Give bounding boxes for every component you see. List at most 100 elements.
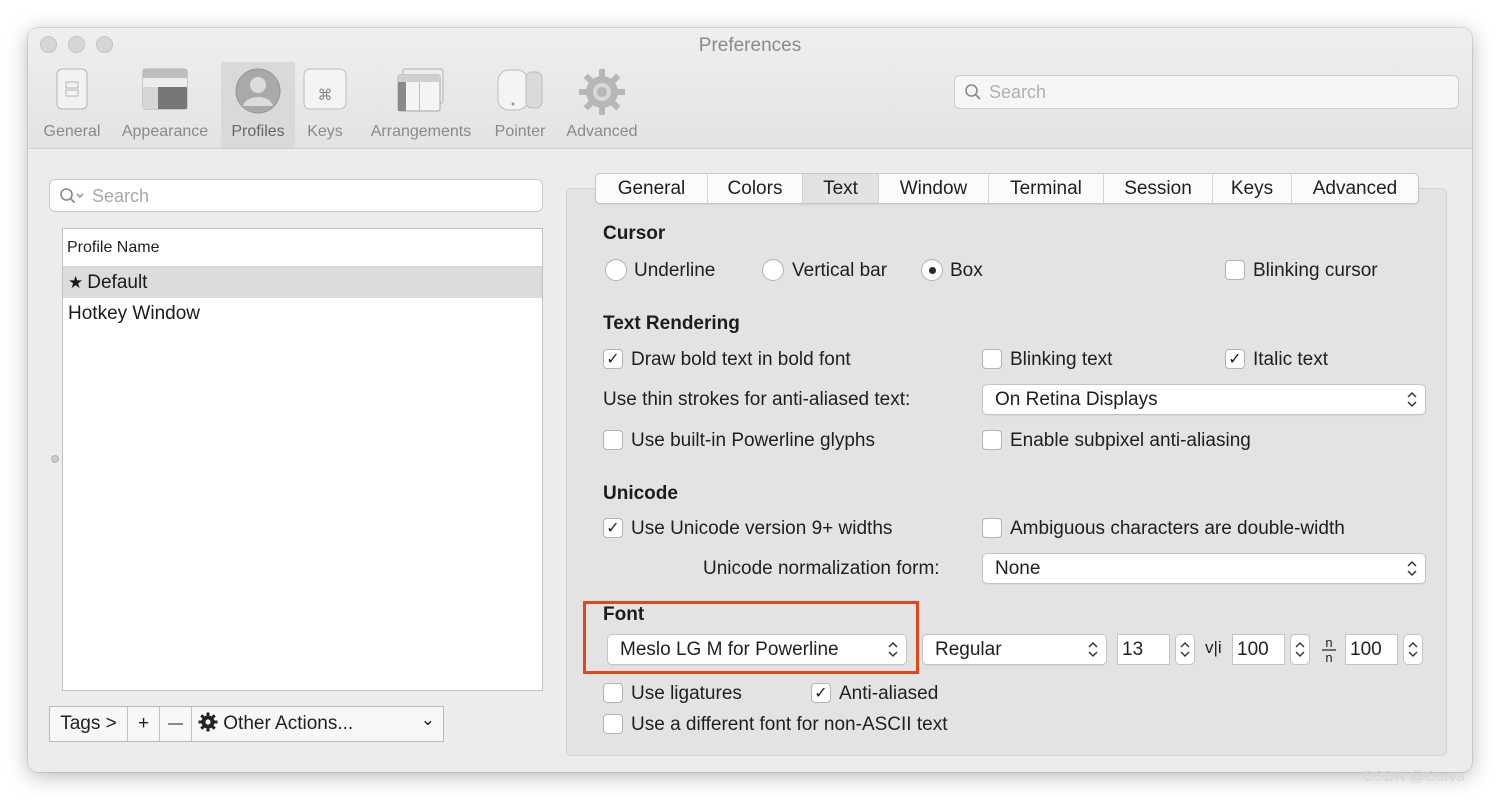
horizontal-spacing-stepper[interactable] [1290, 634, 1310, 665]
toolbar-profiles[interactable]: Profiles [221, 62, 295, 148]
toolbar-label: Pointer [494, 123, 546, 140]
blinking-cursor-label: Blinking cursor [1253, 260, 1378, 281]
tab-text[interactable]: Text [803, 174, 879, 203]
window-arrangement-icon [397, 68, 445, 117]
subpixel-aa-checkbox[interactable] [982, 430, 1002, 450]
updown-chevron-icon [1405, 385, 1419, 424]
ambiguous-width-label: Ambiguous characters are double-width [1010, 518, 1345, 539]
add-profile-button[interactable]: + [128, 707, 160, 741]
svg-text:n: n [1325, 650, 1332, 664]
toolbar-label: General [43, 123, 101, 140]
non-ascii-font-label: Use a different font for non-ASCII text [631, 714, 948, 735]
splitter-handle[interactable] [51, 455, 59, 463]
toolbar-pointer[interactable]: Pointer [488, 62, 552, 148]
tags-button[interactable]: Tags > [50, 707, 128, 741]
non-ascii-font-checkbox[interactable] [603, 714, 623, 734]
thin-strokes-label: Use thin strokes for anti-aliased text: [603, 389, 911, 410]
profile-actions-bar: Tags > + — Other Actions... ⌄ [49, 706, 444, 742]
ligatures-label: Use ligatures [631, 683, 742, 704]
remove-profile-button[interactable]: — [160, 707, 192, 741]
command-key-icon: ⌘ [303, 68, 347, 115]
normalization-select[interactable]: None [982, 553, 1426, 584]
profile-tabs: General Colors Text Window Terminal Sess… [595, 173, 1419, 204]
cursor-underline-radio[interactable] [605, 259, 627, 281]
mouse-icon [497, 68, 543, 117]
other-actions-label: Other Actions... [223, 713, 354, 734]
blinking-cursor-checkbox[interactable] [1225, 260, 1245, 280]
tab-keys[interactable]: Keys [1213, 174, 1292, 203]
font-size-stepper[interactable] [1175, 634, 1195, 665]
preferences-search-field[interactable] [954, 75, 1459, 109]
font-size-input[interactable]: 13 [1117, 634, 1170, 665]
svg-text:n: n [1325, 635, 1332, 650]
anti-aliased-label: Anti-aliased [839, 683, 939, 704]
cursor-heading: Cursor [603, 223, 666, 244]
horizontal-spacing-input[interactable]: 100 [1232, 634, 1285, 665]
vertical-spacing-input[interactable]: 100 [1345, 634, 1398, 665]
blinking-text-label: Blinking text [1010, 349, 1113, 370]
italic-text-checkbox[interactable]: ✓ [1225, 349, 1245, 369]
profile-name-column-header[interactable]: Profile Name [63, 229, 542, 267]
toolbar-arrangements[interactable]: Arrangements [359, 62, 483, 148]
draw-bold-checkbox[interactable]: ✓ [603, 349, 623, 369]
powerline-glyphs-label: Use built-in Powerline glyphs [631, 430, 875, 451]
updown-chevron-icon [1405, 554, 1419, 593]
blinking-text-checkbox[interactable] [982, 349, 1002, 369]
toolbar-keys[interactable]: ⌘ Keys [300, 62, 350, 148]
chevron-down-icon: ⌄ [420, 710, 435, 730]
cursor-vertical-bar-radio[interactable] [762, 259, 784, 281]
profile-name: Hotkey Window [68, 303, 200, 324]
anti-aliased-checkbox[interactable]: ✓ [811, 683, 831, 703]
unicode-v9-label: Use Unicode version 9+ widths [631, 518, 893, 539]
toolbar-label: Advanced [566, 123, 638, 140]
toolbar-label: Profiles [231, 123, 285, 140]
gear-icon [578, 68, 626, 121]
text-rendering-heading: Text Rendering [603, 313, 740, 334]
tab-session[interactable]: Session [1104, 174, 1213, 203]
search-icon [964, 83, 982, 106]
profile-row-default[interactable]: ★ Default [63, 267, 542, 298]
titlebar-toolbar: Preferences General Appearance Profiles … [28, 28, 1472, 149]
preferences-search-input[interactable] [989, 80, 1449, 104]
thin-strokes-select[interactable]: On Retina Displays [982, 384, 1426, 415]
tab-advanced[interactable]: Advanced [1292, 174, 1418, 203]
toolbar-label: Appearance [121, 123, 209, 140]
tab-terminal[interactable]: Terminal [989, 174, 1104, 203]
person-silhouette-icon [235, 68, 281, 119]
draw-bold-label: Draw bold text in bold font [631, 349, 851, 370]
toolbar-label: Keys [307, 123, 343, 140]
powerline-glyphs-checkbox[interactable] [603, 430, 623, 450]
toolbar-advanced[interactable]: Advanced [558, 62, 646, 148]
profile-list: Profile Name ★ Default Hotkey Window [62, 228, 543, 691]
unicode-v9-checkbox[interactable]: ✓ [603, 518, 623, 538]
tab-general[interactable]: General [596, 174, 708, 203]
svg-text:⌘: ⌘ [318, 86, 333, 104]
unicode-heading: Unicode [603, 483, 678, 504]
window-title: Preferences [698, 35, 802, 56]
normalization-label: Unicode normalization form: [703, 558, 940, 579]
cursor-box-radio[interactable] [921, 259, 943, 281]
profile-name: Default [87, 272, 148, 293]
watermark: CSDN @Curva [1363, 768, 1465, 785]
updown-chevron-icon [1086, 635, 1100, 674]
profile-row-hotkey-window[interactable]: Hotkey Window [63, 298, 542, 329]
vertical-spacing-stepper[interactable] [1403, 634, 1423, 665]
toolbar-label: Arrangements [370, 123, 472, 140]
font-weight-select[interactable]: Regular [922, 634, 1107, 665]
toolbar-general[interactable]: General [36, 62, 108, 148]
other-actions-menu[interactable]: Other Actions... ⌄ [192, 707, 443, 741]
profile-search-field[interactable] [49, 179, 543, 212]
tab-window[interactable]: Window [879, 174, 989, 203]
profile-search-input[interactable] [92, 184, 532, 208]
ligatures-checkbox[interactable] [603, 683, 623, 703]
star-icon: ★ [68, 273, 84, 292]
search-icon [59, 187, 85, 210]
cursor-underline-label: Underline [634, 260, 716, 281]
toolbar-appearance[interactable]: Appearance [113, 62, 217, 148]
tab-colors[interactable]: Colors [708, 174, 803, 203]
horizontal-spacing-icon: v|i [1205, 638, 1222, 657]
subpixel-aa-label: Enable subpixel anti-aliasing [1010, 430, 1251, 451]
window-appearance-icon [142, 68, 188, 115]
ambiguous-width-checkbox[interactable] [982, 518, 1002, 538]
font-weight-value: Regular [935, 639, 1002, 660]
